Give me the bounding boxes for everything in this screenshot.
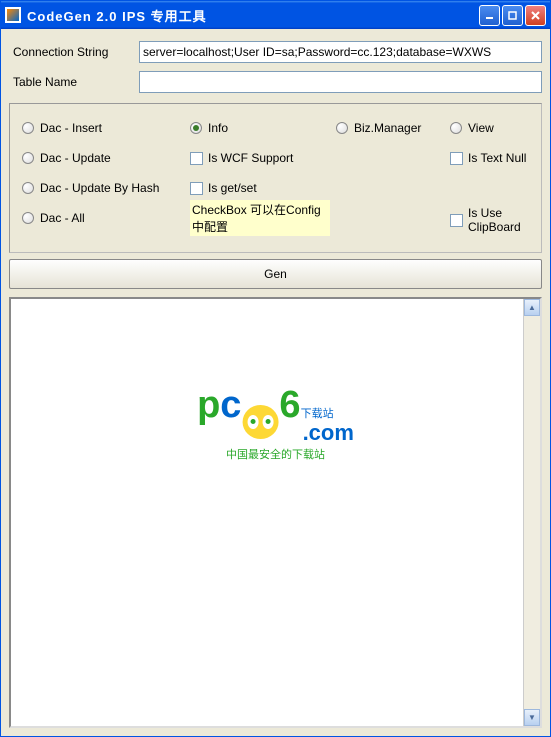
close-button[interactable] xyxy=(525,5,546,26)
options-panel: Dac - Insert Dac - Update Dac - Update B… xyxy=(9,103,542,253)
checkbox-icon xyxy=(450,214,463,227)
radio-dac-all[interactable]: Dac - All xyxy=(22,210,182,226)
client-area: Connection String Table Name Dac - Inser… xyxy=(1,29,550,736)
radio-icon xyxy=(450,122,462,134)
radio-column-dac: Dac - Insert Dac - Update Dac - Update B… xyxy=(22,114,182,240)
maximize-button[interactable] xyxy=(502,5,523,26)
vertical-scrollbar[interactable]: ▲ ▼ xyxy=(523,299,540,726)
app-window: CodeGen 2.0 IPS 专用工具 Connection String T… xyxy=(0,0,551,737)
radio-dac-update[interactable]: Dac - Update xyxy=(22,150,182,166)
table-name-label: Table Name xyxy=(9,75,139,89)
window-controls xyxy=(479,5,546,26)
table-name-row: Table Name xyxy=(9,71,542,93)
table-name-input[interactable] xyxy=(139,71,542,93)
radio-dac-update-hash[interactable]: Dac - Update By Hash xyxy=(22,180,182,196)
logo-tagline: 中国最安全的下载站 xyxy=(197,446,354,462)
radio-icon xyxy=(22,152,34,164)
check-wcf[interactable]: Is WCF Support xyxy=(190,150,330,166)
column-2: Info Is WCF Support Is get/set CheckBox … xyxy=(190,114,330,240)
connection-string-row: Connection String xyxy=(9,41,542,63)
radio-icon xyxy=(190,122,202,134)
pc6-logo: p c 6 下载站 .com 中国最安全的下载站 xyxy=(197,384,354,462)
scroll-down-button[interactable]: ▼ xyxy=(524,709,540,726)
minimize-icon xyxy=(485,11,494,20)
scroll-up-button[interactable]: ▲ xyxy=(524,299,540,316)
check-getset[interactable]: Is get/set xyxy=(190,180,330,196)
connection-string-input[interactable] xyxy=(139,41,542,63)
checkbox-icon xyxy=(190,152,203,165)
logo-eyes-icon xyxy=(242,405,278,439)
close-icon xyxy=(531,11,540,20)
window-title: CodeGen 2.0 IPS 专用工具 xyxy=(27,6,479,25)
output-textarea[interactable]: p c 6 下载站 .com 中国最安全的下载站 ▲ ▼ xyxy=(9,297,542,728)
radio-icon xyxy=(336,122,348,134)
radio-icon xyxy=(22,122,34,134)
radio-icon xyxy=(22,182,34,194)
radio-biz-manager[interactable]: Biz.Manager xyxy=(336,120,456,136)
radio-info[interactable]: Info xyxy=(190,120,330,136)
check-clipboard[interactable]: Is Use ClipBoard xyxy=(450,212,550,228)
gen-button[interactable]: Gen xyxy=(9,259,542,289)
app-icon xyxy=(5,7,21,23)
checkbox-icon xyxy=(450,152,463,165)
titlebar[interactable]: CodeGen 2.0 IPS 专用工具 xyxy=(1,1,550,29)
column-3: Biz.Manager xyxy=(336,114,456,150)
radio-view[interactable]: View xyxy=(450,120,550,136)
column-4: View Is Text Null Is Use ClipBoard xyxy=(450,114,550,242)
connection-string-label: Connection String xyxy=(9,45,139,59)
radio-dac-insert[interactable]: Dac - Insert xyxy=(22,120,182,136)
radio-icon xyxy=(22,212,34,224)
checkbox-icon xyxy=(190,182,203,195)
minimize-button[interactable] xyxy=(479,5,500,26)
config-hint: CheckBox 可以在Config中配置 xyxy=(190,210,330,226)
maximize-icon xyxy=(508,11,517,20)
check-textnull[interactable]: Is Text Null xyxy=(450,150,550,166)
